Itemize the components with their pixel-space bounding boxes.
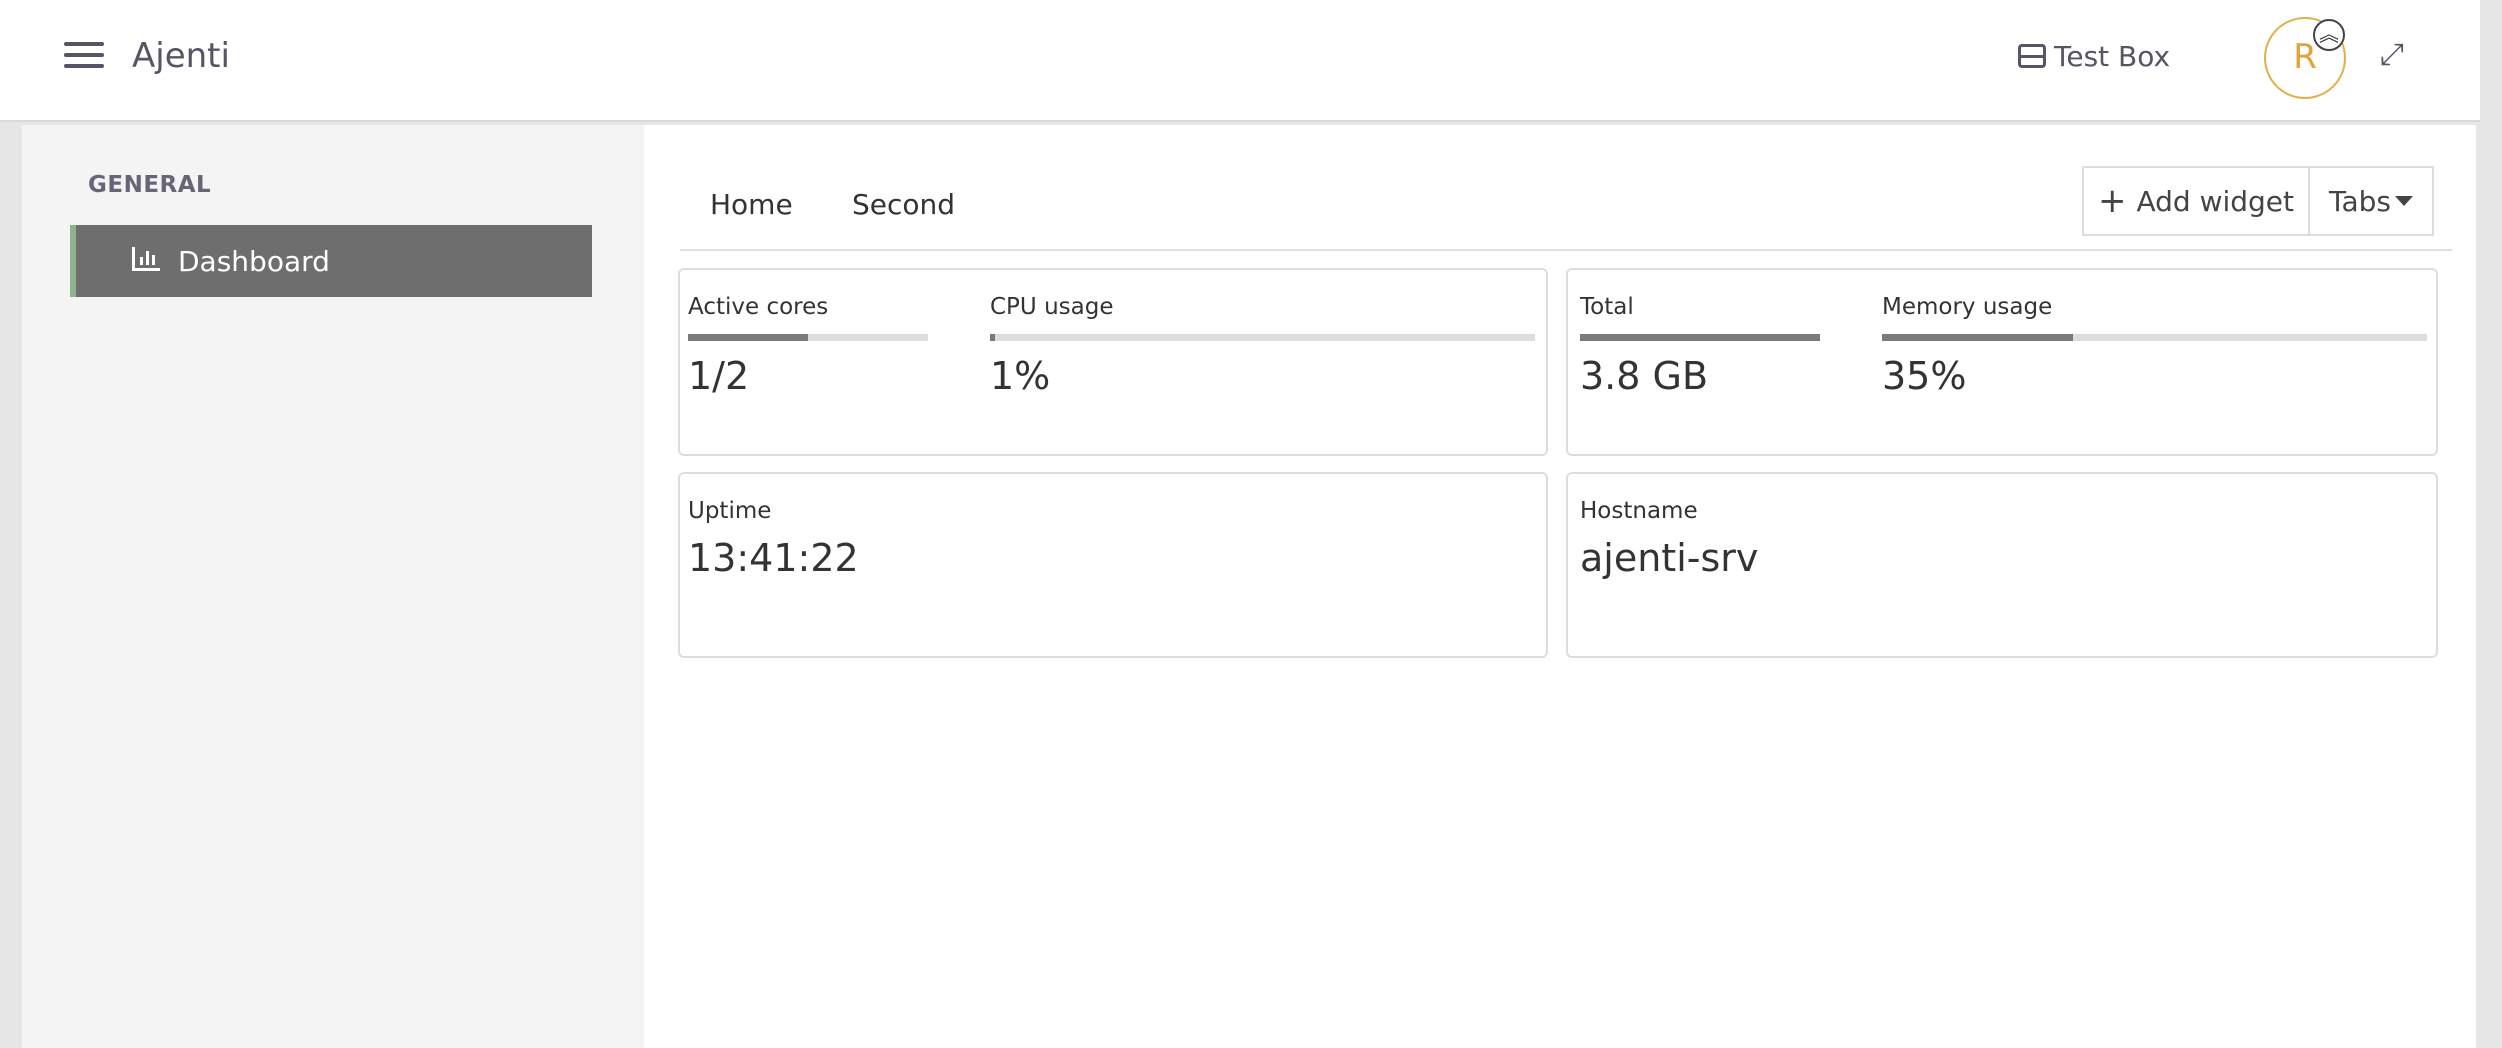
plus-icon: + — [2097, 181, 2127, 221]
tabs-dropdown-button[interactable]: Tabs — [2308, 166, 2434, 236]
tab-home[interactable]: Home — [710, 188, 793, 221]
memory-total-bar-fill — [1580, 334, 1820, 341]
tabs-dropdown-label: Tabs — [2329, 184, 2391, 218]
active-cores-bar — [688, 334, 928, 341]
active-cores-label: Active cores — [688, 294, 829, 320]
active-cores-value: 1/2 — [688, 354, 750, 398]
memory-usage-label: Memory usage — [1882, 294, 2053, 320]
server-box-icon — [2018, 44, 2046, 68]
memory-usage-bar — [1882, 334, 2427, 341]
sidebar-item-label: Dashboard — [178, 245, 330, 278]
uptime-value: 13:41:22 — [688, 536, 859, 580]
sidebar-section-general: GENERAL — [88, 172, 212, 198]
bar-chart-icon — [132, 247, 160, 271]
double-chevron-up-icon[interactable]: ︽ — [2313, 19, 2345, 51]
memory-usage-bar-fill — [1882, 334, 2073, 341]
memory-total-value: 3.8 GB — [1580, 354, 1709, 398]
memory-usage-value: 35% — [1882, 354, 1967, 398]
uptime-label: Uptime — [688, 498, 772, 524]
app-title: Ajenti — [132, 36, 230, 76]
sidebar-item-dashboard[interactable]: Dashboard — [70, 225, 592, 297]
expand-icon[interactable]: ⤢ — [2380, 40, 2410, 70]
hamburger-icon[interactable] — [64, 38, 104, 72]
uptime-widget[interactable]: Uptime 13:41:22 — [678, 472, 1548, 658]
memory-total-bar — [1580, 334, 1820, 341]
active-cores-bar-fill — [688, 334, 808, 341]
cpu-usage-label: CPU usage — [990, 294, 1114, 320]
hostname-label: Hostname — [1580, 498, 1698, 524]
hostname-widget[interactable]: Hostname ajenti-srv — [1566, 472, 2438, 658]
hostname-value: ajenti-srv — [1580, 536, 1759, 580]
caret-down-icon — [2395, 196, 2413, 206]
add-widget-label: Add widget — [2136, 184, 2295, 218]
top-bar: Ajenti Test Box R ︽ ⤢ — [0, 0, 2480, 122]
cpu-usage-bar-fill — [990, 334, 996, 341]
cpu-widget[interactable]: Active cores 1/2 CPU usage 1% — [678, 268, 1548, 456]
memory-widget[interactable]: Total 3.8 GB Memory usage 35% — [1566, 268, 2438, 456]
add-widget-button[interactable]: + Add widget — [2082, 166, 2310, 236]
memory-total-label: Total — [1580, 294, 1634, 320]
dashboard: Home Second + Add widget Tabs Active cor… — [678, 136, 2452, 826]
cpu-usage-value: 1% — [990, 354, 1051, 398]
dashboard-tab-bar: Home Second + Add widget Tabs — [680, 136, 2452, 251]
tab-second[interactable]: Second — [852, 188, 955, 221]
cpu-usage-bar — [990, 334, 1535, 341]
box-name: Test Box — [2054, 40, 2171, 73]
